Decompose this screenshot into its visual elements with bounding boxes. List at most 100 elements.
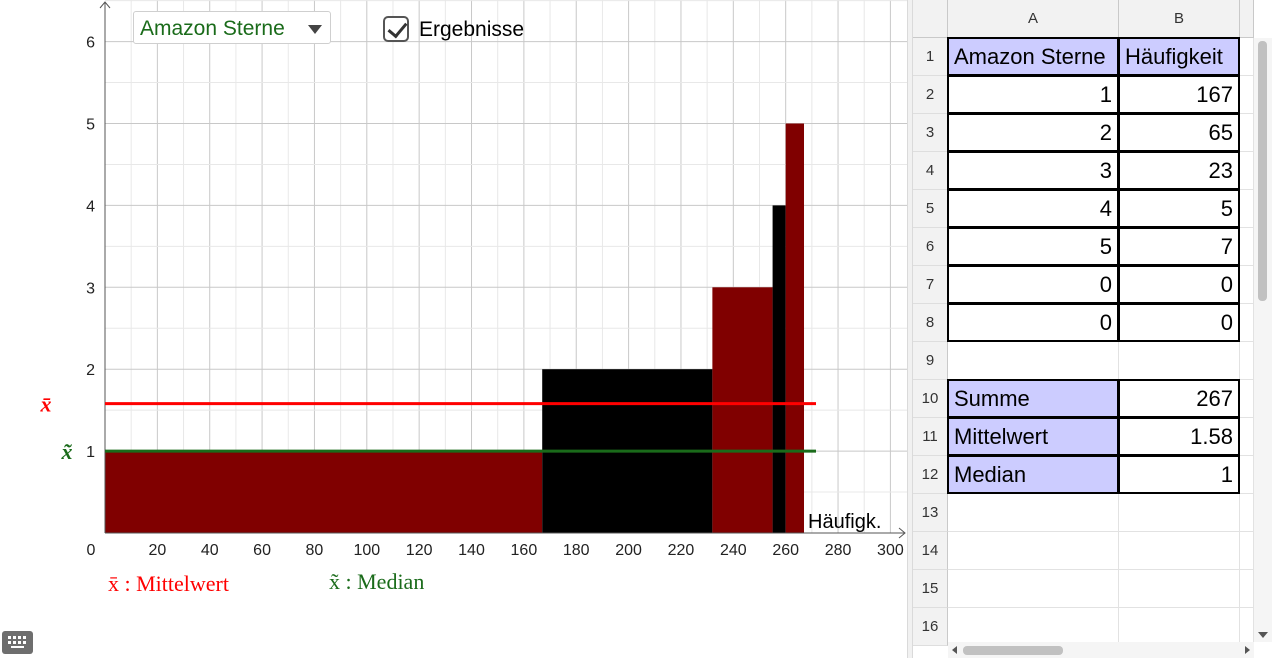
cell-a4[interactable]: 3 [947, 151, 1119, 190]
histogram-bar [105, 451, 543, 533]
row-header-1[interactable]: 1 [913, 38, 948, 76]
spreadsheet-corner[interactable] [913, 0, 948, 38]
x-tick-label: 100 [353, 542, 380, 559]
cell-b5[interactable]: 5 [1118, 189, 1240, 228]
cell-empty[interactable] [1119, 494, 1240, 532]
row-header-4[interactable]: 4 [913, 152, 948, 190]
row-header-12[interactable]: 12 [913, 456, 948, 494]
row-header-13[interactable]: 13 [913, 494, 948, 532]
cell-a5[interactable]: 4 [947, 189, 1119, 228]
cell-empty[interactable] [1119, 532, 1240, 570]
column-header-b[interactable]: B [1119, 0, 1240, 38]
legend-mean: x̄ : Mittelwert [108, 571, 229, 596]
column-header-a[interactable]: A [948, 0, 1119, 38]
x-tick-label: 160 [511, 542, 538, 559]
histogram-bar [772, 205, 786, 533]
cell-a11[interactable]: Mittelwert [947, 417, 1119, 456]
y-tick-label: 5 [86, 117, 95, 134]
row-header-8[interactable]: 8 [913, 304, 948, 342]
cell-empty[interactable] [1240, 152, 1254, 190]
keyboard-icon[interactable] [2, 631, 33, 654]
vertical-scrollbar-thumb[interactable] [1258, 41, 1267, 301]
cell-empty[interactable] [1240, 190, 1254, 228]
cell-empty[interactable] [1240, 266, 1254, 304]
row-header-3[interactable]: 3 [913, 114, 948, 152]
legend-median: x̃ : Median [329, 569, 424, 594]
cell-a12[interactable]: Median [947, 455, 1119, 494]
cell-b12[interactable]: 1 [1118, 455, 1240, 494]
cell-empty[interactable] [948, 570, 1119, 608]
cell-empty[interactable] [1240, 38, 1254, 76]
cell-b4[interactable]: 23 [1118, 151, 1240, 190]
x-tick-label: 180 [563, 542, 590, 559]
cell-a7[interactable]: 0 [947, 265, 1119, 304]
spreadsheet-view[interactable]: A B 1 2 3 4 5 6 7 8 9 10 11 12 13 14 15 16 Amazon Sterne… [913, 0, 1272, 658]
x-tick-label: 260 [772, 542, 799, 559]
row-header-9[interactable]: 9 [913, 342, 948, 380]
cell-empty[interactable] [1119, 570, 1240, 608]
cell-b1[interactable]: Häufigkeit [1118, 37, 1240, 76]
row-header-15[interactable]: 15 [913, 570, 948, 608]
row-header-11[interactable]: 11 [913, 418, 948, 456]
cell-empty[interactable] [1240, 76, 1254, 114]
cell-empty[interactable] [1240, 304, 1254, 342]
cell-b11[interactable]: 1.58 [1118, 417, 1240, 456]
row-header-10[interactable]: 10 [913, 380, 948, 418]
cell-empty[interactable] [1240, 570, 1254, 608]
scroll-down-arrow-icon[interactable] [1258, 632, 1268, 638]
x-tick-label: 120 [406, 542, 433, 559]
cell-empty[interactable] [948, 342, 1119, 380]
cell-empty[interactable] [948, 608, 1119, 646]
cell-b6[interactable]: 7 [1118, 227, 1240, 266]
cell-empty[interactable] [1240, 532, 1254, 570]
row-header-5[interactable]: 5 [913, 190, 948, 228]
cell-a2[interactable]: 1 [947, 75, 1119, 114]
x-axis-label: Häufigk. [808, 511, 881, 533]
cell-empty[interactable] [1240, 456, 1254, 494]
checkbox-box[interactable] [383, 16, 409, 42]
cell-empty[interactable] [1240, 380, 1254, 418]
cell-b2[interactable]: 167 [1118, 75, 1240, 114]
cell-empty[interactable] [1240, 114, 1254, 152]
horizontal-scrollbar-thumb[interactable] [963, 646, 1063, 655]
cell-a1[interactable]: Amazon Sterne [947, 37, 1119, 76]
cell-empty[interactable] [948, 494, 1119, 532]
vertical-scrollbar[interactable] [1254, 38, 1272, 642]
column-header-c[interactable] [1240, 0, 1254, 38]
cell-b3[interactable]: 65 [1118, 113, 1240, 152]
row-header-2[interactable]: 2 [913, 76, 948, 114]
row-header-7[interactable]: 7 [913, 266, 948, 304]
cell-a10[interactable]: Summe [947, 379, 1119, 418]
y-tick-label: 4 [86, 198, 95, 215]
cell-empty[interactable] [1119, 342, 1240, 380]
graphics-view[interactable]: 0 20 40 60 80 100 120 140 160 180 200 220 240 260 280 3… [0, 0, 907, 658]
cell-b8[interactable]: 0 [1118, 303, 1240, 342]
histogram-bar [712, 287, 773, 533]
cell-empty[interactable] [1240, 228, 1254, 266]
cell-empty[interactable] [948, 532, 1119, 570]
row-header-16[interactable]: 16 [913, 608, 948, 646]
dataset-dropdown[interactable]: Amazon Sterne [133, 11, 331, 44]
x-tick-label: 200 [615, 542, 642, 559]
histogram-chart: 0 20 40 60 80 100 120 140 160 180 200 220 240 260 280 3… [40, 0, 907, 596]
row-header-14[interactable]: 14 [913, 532, 948, 570]
x-tick-label: 80 [306, 542, 324, 559]
y-tick-label: 2 [86, 362, 95, 379]
cell-empty[interactable] [1240, 494, 1254, 532]
x-tick-label: 240 [720, 542, 747, 559]
dataset-dropdown-label: Amazon Sterne [140, 17, 285, 40]
cell-a8[interactable]: 0 [947, 303, 1119, 342]
cell-b10[interactable]: 267 [1118, 379, 1240, 418]
scroll-left-arrow-icon[interactable] [952, 646, 957, 654]
cell-empty[interactable] [1240, 608, 1254, 646]
horizontal-scrollbar[interactable] [948, 642, 1254, 658]
scroll-right-arrow-icon[interactable] [1245, 646, 1250, 654]
row-header-6[interactable]: 6 [913, 228, 948, 266]
cell-b7[interactable]: 0 [1118, 265, 1240, 304]
cell-a6[interactable]: 5 [947, 227, 1119, 266]
cell-a3[interactable]: 2 [947, 113, 1119, 152]
checkmark-icon [387, 17, 408, 39]
cell-empty[interactable] [1240, 418, 1254, 456]
cell-empty[interactable] [1240, 342, 1254, 380]
cell-empty[interactable] [1119, 608, 1240, 646]
